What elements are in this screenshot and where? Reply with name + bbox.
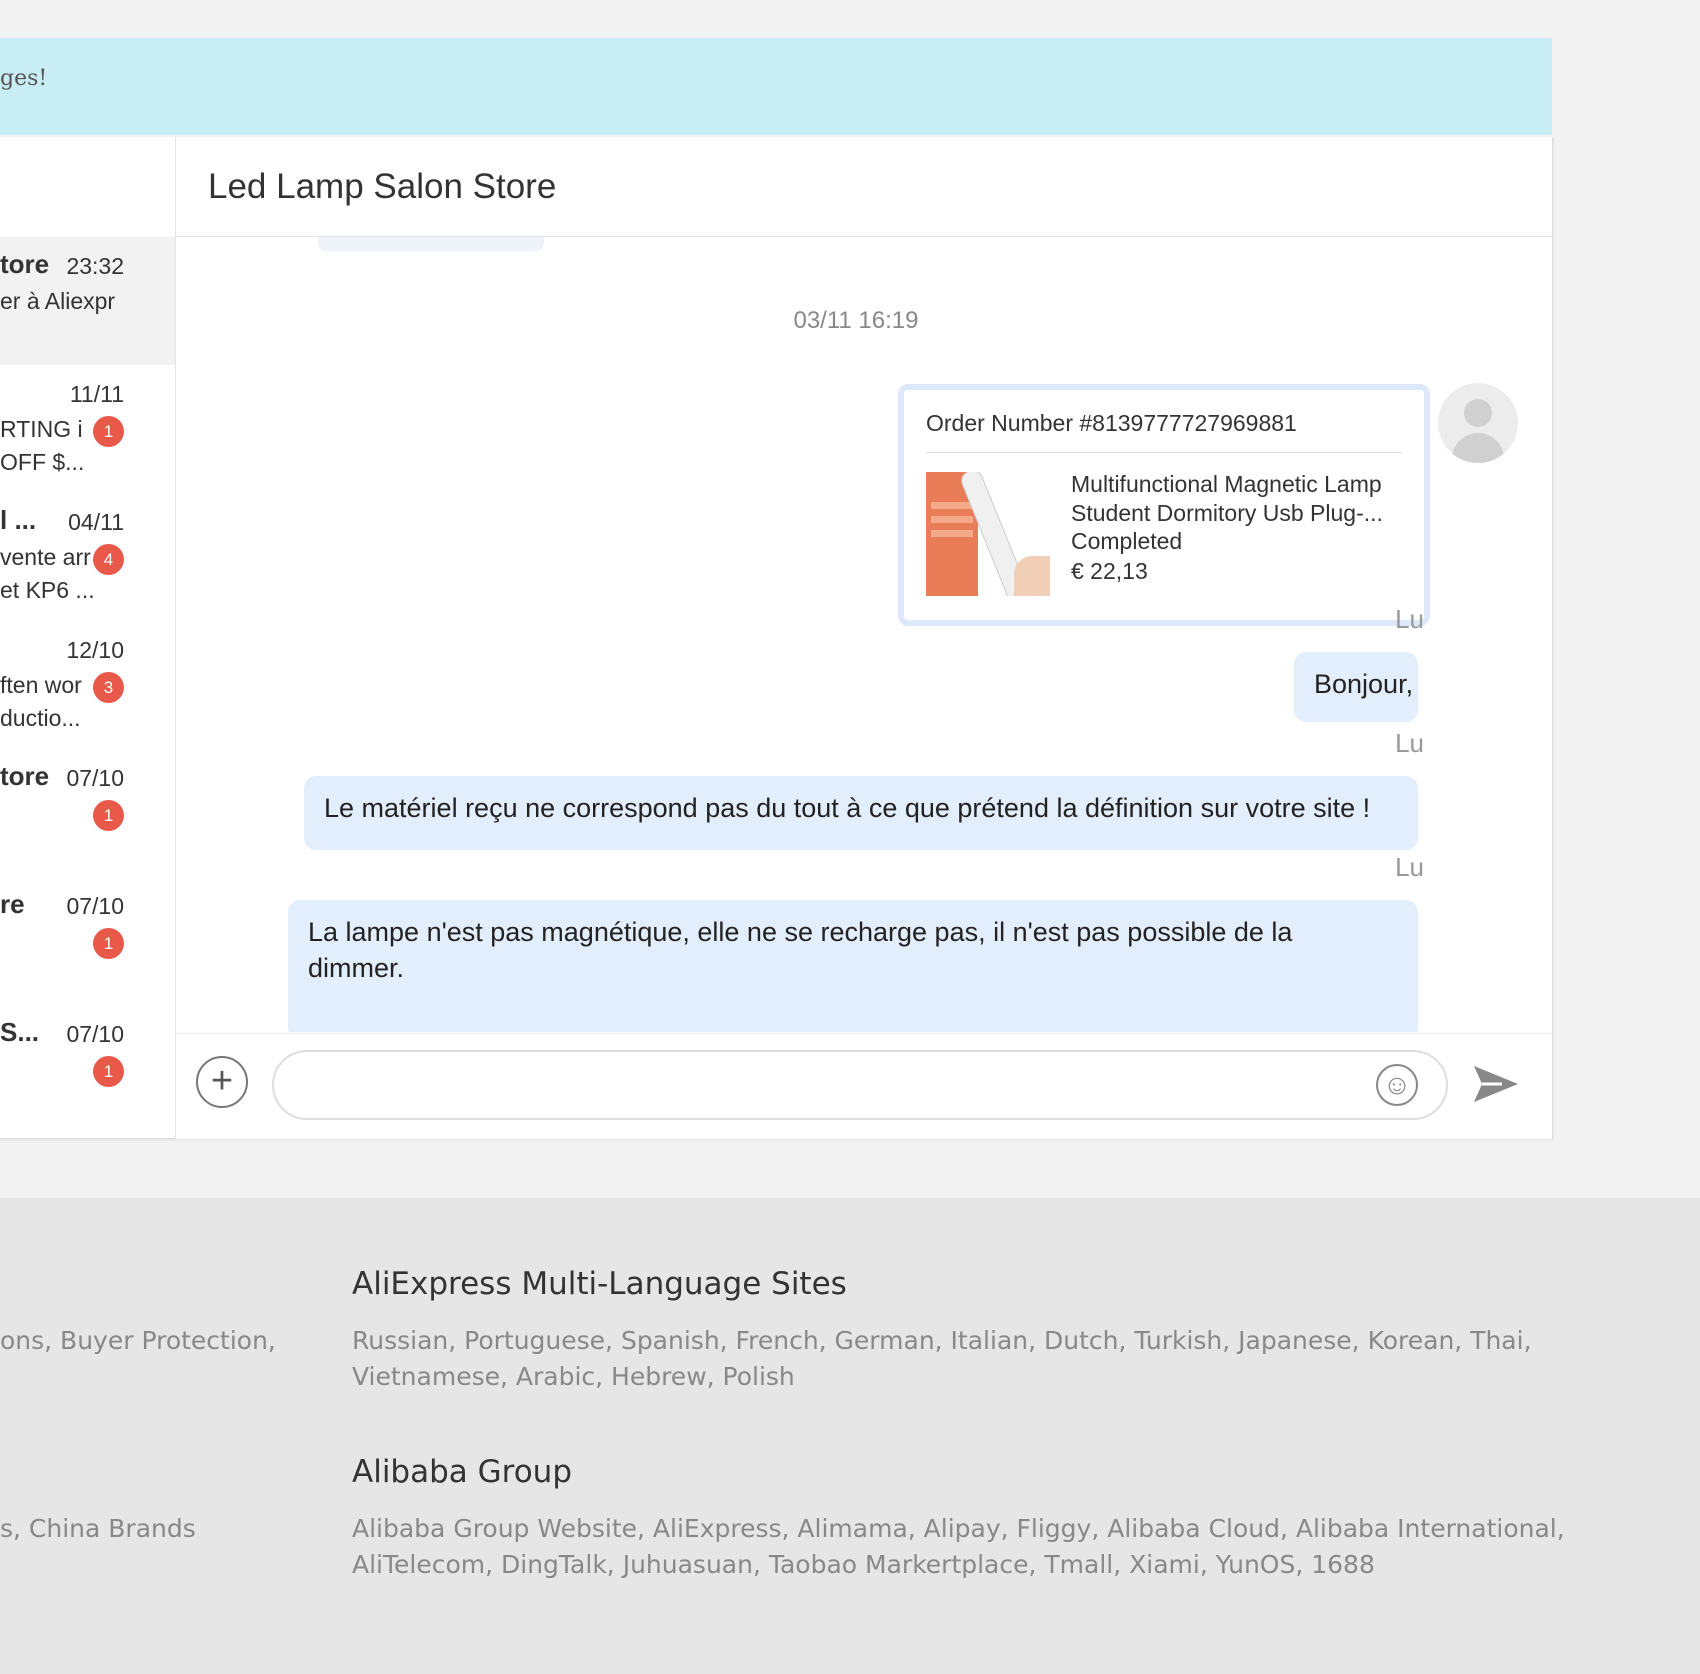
send-icon[interactable] — [1472, 1062, 1520, 1106]
conversation-name: l ... — [0, 505, 37, 535]
product-thumbnail[interactable] — [926, 472, 1050, 596]
product-name-line1: Multifunctional Magnetic Lamp — [1071, 471, 1382, 497]
conversation-time: 07/10 — [66, 893, 124, 919]
message-bubble: La lampe n'est pas magnétique, elle ne s… — [288, 900, 1418, 1032]
conversation-list: tore 23:32 er à Aliexpr 11/11 RTING i 1 … — [0, 137, 176, 1138]
chat-title: Led Lamp Salon Store — [208, 167, 557, 206]
thumbnail-strip — [931, 530, 973, 537]
conversation-time: 07/10 — [66, 765, 124, 791]
footer-links[interactable]: Vietnamese, Arabic, Hebrew, Polish — [352, 1359, 795, 1395]
conversation-item[interactable]: l ... 04/11 vente arr 4 et KP6 ... — [0, 493, 175, 621]
thumbnail-hand — [1014, 556, 1050, 596]
read-receipt: Lu — [1395, 852, 1424, 882]
conversation-preview: ften wor — [0, 672, 82, 698]
emoji-icon[interactable]: ☺ — [1376, 1064, 1418, 1106]
banner-text: ges! — [0, 66, 48, 91]
unread-badge: 3 — [93, 672, 124, 703]
read-receipt: Lu — [1395, 604, 1424, 634]
plus-icon[interactable]: + — [196, 1056, 248, 1108]
conversation-preview-2: ductio... — [0, 705, 81, 731]
conversation-preview: RTING i — [0, 416, 83, 442]
conversation-preview: vente arr — [0, 544, 91, 570]
order-price: € 22,13 — [1071, 558, 1148, 584]
conversation-item[interactable]: S... 07/10 1 — [0, 1005, 175, 1133]
avatar-body — [1452, 433, 1504, 463]
footer-left-text[interactable]: ons, Buyer Protection, — [0, 1323, 276, 1359]
footer-section-title: Alibaba Group — [352, 1454, 573, 1490]
message-input[interactable] — [272, 1050, 1448, 1120]
conversation-preview: er à Aliexpr — [0, 288, 116, 314]
conversation-preview-2: OFF $... — [0, 449, 85, 475]
order-card[interactable]: Order Number #8139777727969881 Multifunc… — [898, 384, 1430, 626]
conversation-item[interactable]: 12/10 ften wor 3 ductio... — [0, 621, 175, 749]
footer-links[interactable]: Alibaba Group Website, AliExpress, Alima… — [352, 1511, 1565, 1547]
conversation-name: re — [0, 889, 25, 919]
thumbnail-strip — [931, 502, 973, 509]
message-composer: + ☺ — [176, 1033, 1552, 1139]
unread-badge: 1 — [93, 928, 124, 959]
unread-badge: 4 — [93, 544, 124, 575]
product-name[interactable]: Multifunctional Magnetic Lamp Student Do… — [1071, 470, 1401, 528]
conversation-name: S... — [0, 1017, 40, 1047]
message-list[interactable]: 03/11 16:19 Order Number #81397777279698… — [176, 237, 1552, 1032]
conversation-time: 11/11 — [69, 381, 124, 407]
message-bubble: Le matériel reçu ne correspond pas du to… — [304, 776, 1418, 850]
conversation-time: 12/10 — [66, 637, 124, 663]
footer-links[interactable]: AliTelecom, DingTalk, Juhuasuan, Taobao … — [352, 1547, 1375, 1583]
unread-badge: 1 — [93, 1056, 124, 1087]
avatar-icon — [1438, 383, 1518, 463]
message-bubble: Bonjour, — [1294, 652, 1418, 722]
conversation-name: tore — [0, 761, 50, 791]
footer-section-title: AliExpress Multi-Language Sites — [352, 1266, 847, 1302]
footer-links[interactable]: Russian, Portuguese, Spanish, French, Ge… — [352, 1323, 1532, 1359]
unread-badge: 1 — [93, 800, 124, 831]
site-footer: ons, Buyer Protection, s, China Brands A… — [0, 1198, 1700, 1674]
conversation-time: 23:32 — [66, 253, 124, 279]
conversation-item[interactable]: 11/11 RTING i 1 OFF $... — [0, 365, 175, 493]
conversation-name: tore — [0, 249, 50, 279]
read-receipt: Lu — [1395, 728, 1424, 758]
chat-window: tore 23:32 er à Aliexpr 11/11 RTING i 1 … — [0, 137, 1553, 1139]
conversation-preview-2: et KP6 ... — [0, 577, 95, 603]
order-number: Order Number #8139777727969881 — [926, 410, 1297, 436]
chat-panel: Led Lamp Salon Store 03/11 16:19 Order N… — [176, 137, 1552, 1139]
product-name-line2: Student Dormitory Usb Plug-... — [1071, 500, 1383, 526]
conversation-time: 07/10 — [66, 1021, 124, 1047]
avatar-head — [1464, 399, 1492, 427]
conversation-time: 04/11 — [68, 509, 124, 535]
footer-left-text[interactable]: s, China Brands — [0, 1511, 196, 1547]
conversation-item[interactable]: re 07/10 1 — [0, 877, 175, 1005]
message-timestamp: 03/11 16:19 — [793, 307, 919, 334]
order-status: Completed — [1071, 528, 1183, 554]
notice-banner: ges! — [0, 38, 1552, 135]
conversation-item[interactable]: tore 23:32 er à Aliexpr — [0, 237, 175, 365]
chat-header: Led Lamp Salon Store — [176, 137, 1552, 237]
conversation-list-header — [0, 137, 175, 238]
previous-message-stub — [318, 237, 544, 251]
unread-badge: 1 — [93, 416, 124, 447]
order-card-divider — [926, 452, 1402, 453]
thumbnail-strip — [931, 516, 973, 523]
conversation-item[interactable]: tore 07/10 1 — [0, 749, 175, 877]
